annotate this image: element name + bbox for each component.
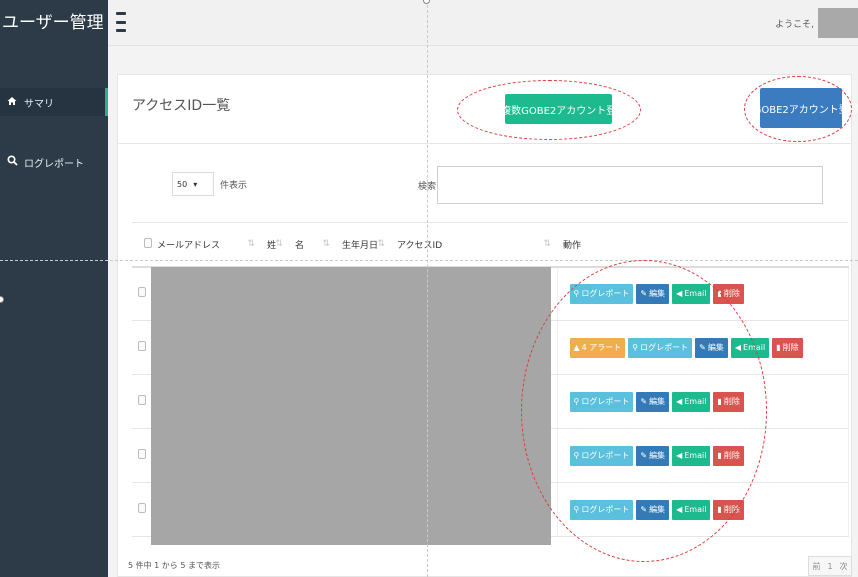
app-title: ユーザー管理 — [0, 0, 108, 46]
edit-icon: ✎ — [640, 397, 648, 406]
page-1-button[interactable]: 1 — [827, 562, 832, 571]
search-label: 検索: — [418, 182, 440, 192]
trash-icon: ▮ — [717, 451, 722, 460]
edit-icon: ✎ — [640, 505, 648, 514]
send-icon: ◀ — [676, 397, 683, 406]
row-checkbox[interactable] — [138, 287, 146, 298]
page-length-select[interactable]: 50 ▾ — [172, 172, 214, 196]
page-length-label: 件表示 — [220, 181, 248, 191]
search-icon: ⚲ — [573, 289, 580, 299]
edit-button[interactable]: ✎ 編集 — [636, 391, 670, 412]
user-avatar[interactable] — [818, 8, 858, 38]
divider — [117, 143, 852, 144]
send-icon: ◀ — [734, 343, 742, 352]
prev-page-button[interactable]: 前 — [812, 561, 820, 572]
search-icon: ⚲ — [573, 451, 580, 460]
send-icon: ◀ — [676, 289, 683, 299]
row-checkbox[interactable] — [138, 449, 146, 459]
edit-icon: ✎ — [699, 343, 706, 352]
delete-button[interactable]: ▮ 削除 — [713, 445, 744, 466]
email-button[interactable]: ◀ Email — [672, 445, 711, 466]
sort-icon: ⇅ — [543, 239, 551, 249]
welcome-text: ようこそ, — [775, 20, 814, 30]
add-account-button[interactable]: ✚ GOBE2アカウント登録 — [743, 88, 858, 128]
delete-button[interactable]: ▮ 削除 — [713, 283, 744, 304]
row-checkbox[interactable] — [138, 503, 146, 513]
sort-icon: ⇅ — [247, 239, 255, 249]
edit-button[interactable]: ✎ 編集 — [636, 499, 670, 520]
trash-icon: ▮ — [717, 505, 722, 514]
sort-icon: ⇅ — [322, 239, 330, 249]
search-icon: ⚲ — [632, 343, 639, 352]
row-checkbox[interactable] — [138, 341, 146, 351]
delete-button[interactable]: ▮ 削除 — [713, 391, 744, 412]
home-icon — [6, 95, 18, 109]
sidebar: ユーザー管理 サマリ ログレポート — [0, 0, 108, 577]
menu-toggle-icon[interactable] — [116, 12, 126, 32]
trash-icon: ▮ — [717, 289, 722, 299]
email-button[interactable]: ◀ Email — [730, 337, 770, 358]
log-report-button[interactable]: ⚲ ログレポート — [628, 337, 693, 358]
search-input[interactable] — [437, 166, 823, 204]
email-button[interactable]: ◀ Email — [672, 283, 711, 304]
search-icon: ⚲ — [573, 505, 580, 514]
email-button[interactable]: ◀ Email — [672, 499, 711, 520]
alert-button[interactable]: ▲ 4 アラート — [569, 337, 626, 358]
row-checkbox[interactable] — [138, 395, 146, 405]
pagination: 前 1 次 — [808, 556, 852, 576]
log-report-button[interactable]: ⚲ ログレポート — [569, 445, 634, 466]
log-report-button[interactable]: ⚲ ログレポート — [569, 391, 634, 412]
sidebar-item-label: ログレポート — [24, 158, 84, 170]
log-report-button[interactable]: ⚲ ログレポート — [569, 499, 634, 520]
table-info: 5 件中 1 から 5 まで表示 — [128, 561, 220, 570]
top-bar: ようこそ, — [108, 0, 858, 46]
sidebar-item-logreport[interactable]: ログレポート — [0, 148, 108, 176]
send-icon: ◀ — [676, 451, 683, 460]
edit-button[interactable]: ✎ 編集 — [636, 445, 670, 466]
delete-button[interactable]: ▮ 削除 — [713, 499, 744, 520]
upload-icon: ⇧ — [490, 103, 500, 115]
edit-icon: ✎ — [640, 451, 648, 460]
log-report-button[interactable]: ⚲ ログレポート — [569, 283, 634, 304]
bulk-register-button[interactable]: ⇧ 複数GOBE2アカウント登録 — [491, 94, 626, 124]
page-title: アクセスID一覧 — [132, 98, 231, 114]
caret-down-icon: ▾ — [193, 179, 198, 189]
trash-icon: ▮ — [717, 397, 722, 406]
edit-button[interactable]: ✎ 編集 — [636, 283, 670, 304]
search-icon — [6, 155, 18, 169]
edit-button[interactable]: ✎ 編集 — [695, 337, 728, 358]
guide-line-vertical — [427, 0, 428, 577]
delete-button[interactable]: ▮ 削除 — [772, 337, 803, 358]
plus-icon: ✚ — [743, 102, 752, 114]
sidebar-item-label: サマリ — [24, 98, 54, 110]
next-page-button[interactable]: 次 — [840, 561, 848, 572]
sort-icon: ⇅ — [377, 239, 385, 249]
redacted-area — [151, 267, 551, 545]
send-icon: ◀ — [676, 505, 683, 514]
guide-line-horizontal — [0, 260, 858, 261]
sort-icon: ⇅ — [275, 239, 283, 249]
trash-icon: ▮ — [776, 343, 781, 352]
sidebar-item-summary[interactable]: サマリ — [0, 88, 108, 116]
edit-icon: ✎ — [640, 289, 648, 299]
warning-icon: ▲ — [573, 343, 580, 352]
search-icon: ⚲ — [573, 397, 580, 406]
email-button[interactable]: ◀ Email — [672, 391, 711, 412]
